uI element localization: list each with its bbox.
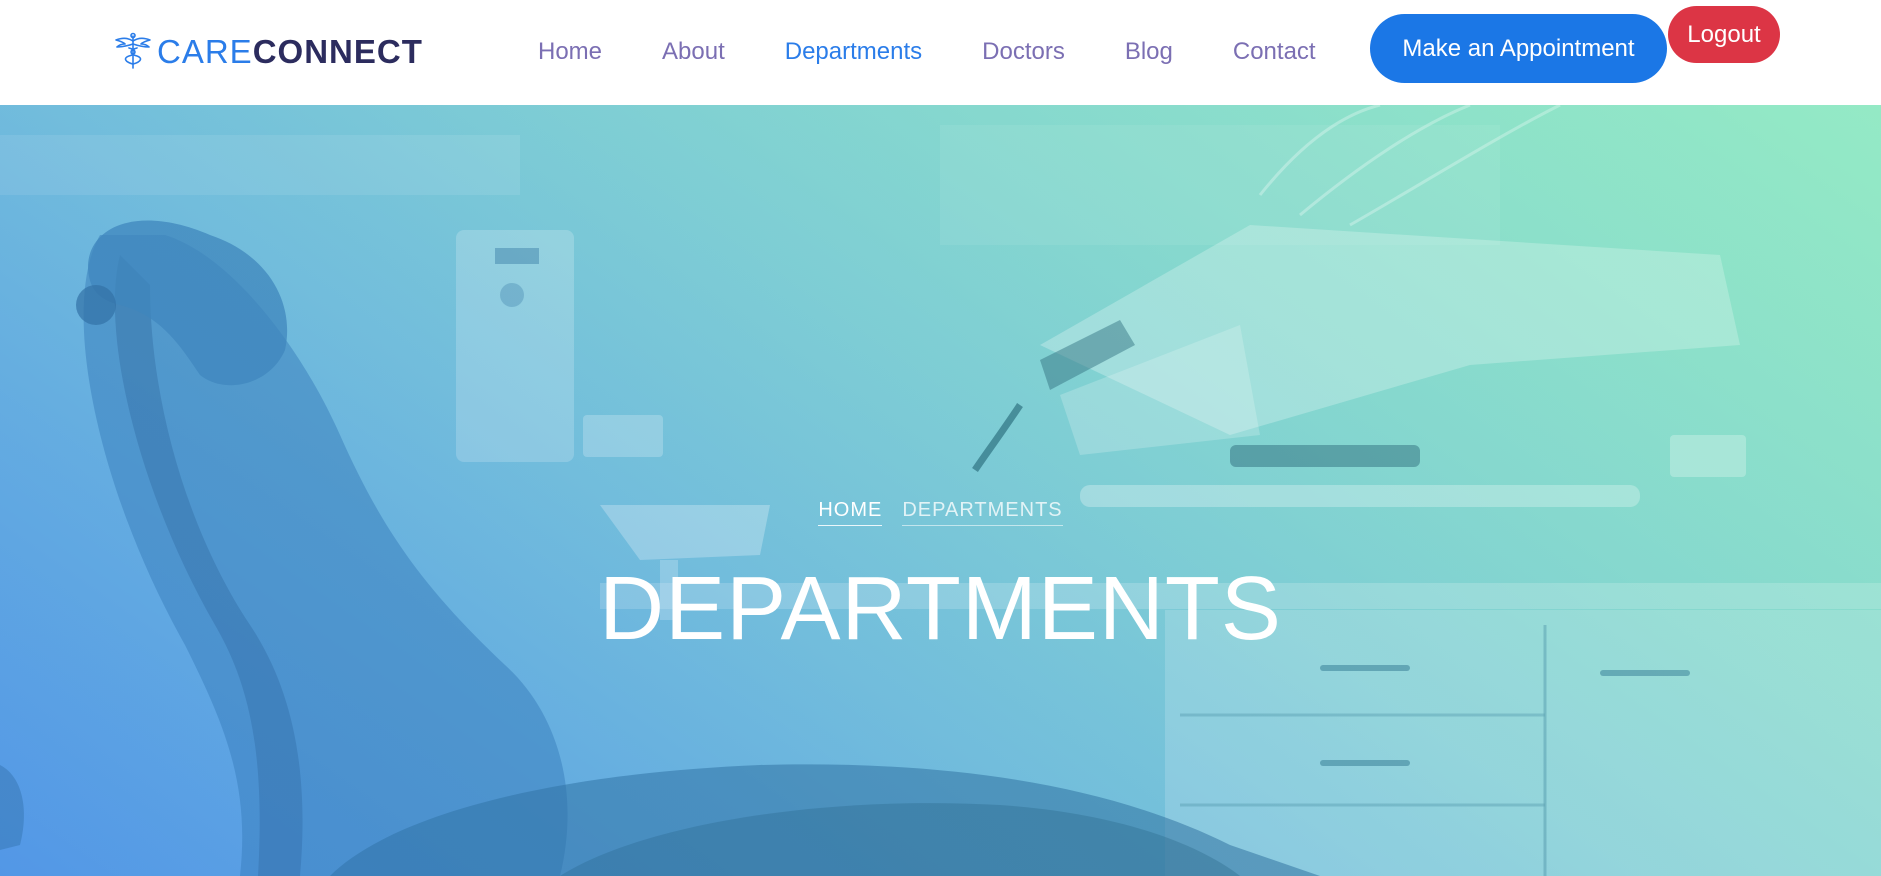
brand-name: CARECONNECT: [157, 35, 423, 68]
nav-link-contact[interactable]: Contact: [1233, 38, 1316, 65]
nav-link-about[interactable]: About: [662, 38, 725, 65]
brand-name-part1: CARE: [157, 32, 253, 70]
breadcrumb-current-link[interactable]: DEPARTMENTS: [902, 498, 1063, 526]
site-header: CARECONNECT Home About Departments Docto…: [0, 0, 1881, 105]
nav-link-home[interactable]: Home: [538, 38, 602, 65]
nav-link-doctors[interactable]: Doctors: [982, 38, 1065, 65]
make-appointment-button[interactable]: Make an Appointment: [1370, 14, 1667, 83]
logout-button[interactable]: Logout: [1668, 6, 1780, 63]
nav-item-blog: Blog: [1125, 38, 1173, 66]
nav-link-departments[interactable]: Departments: [785, 38, 922, 65]
page-title: DEPARTMENTS: [599, 559, 1282, 659]
hero-banner: HOME DEPARTMENTS DEPARTMENTS: [0, 105, 1881, 876]
breadcrumb-home-link[interactable]: HOME: [818, 498, 883, 526]
hero-color-overlay: [0, 105, 1881, 876]
nav-item-doctors: Doctors: [982, 38, 1065, 66]
nav-link-blog[interactable]: Blog: [1125, 38, 1173, 65]
brand-logo[interactable]: CARECONNECT: [113, 30, 423, 72]
brand-name-part2: CONNECT: [252, 32, 423, 70]
nav-item-departments: Departments: [785, 38, 922, 66]
main-nav: Home About Departments Doctors Blog Cont…: [538, 0, 1376, 103]
nav-item-home: Home: [538, 38, 602, 66]
nav-item-contact: Contact: [1233, 38, 1316, 66]
nav-item-about: About: [662, 38, 725, 66]
caduceus-icon: [115, 32, 151, 69]
breadcrumb: HOME DEPARTMENTS: [0, 498, 1881, 526]
